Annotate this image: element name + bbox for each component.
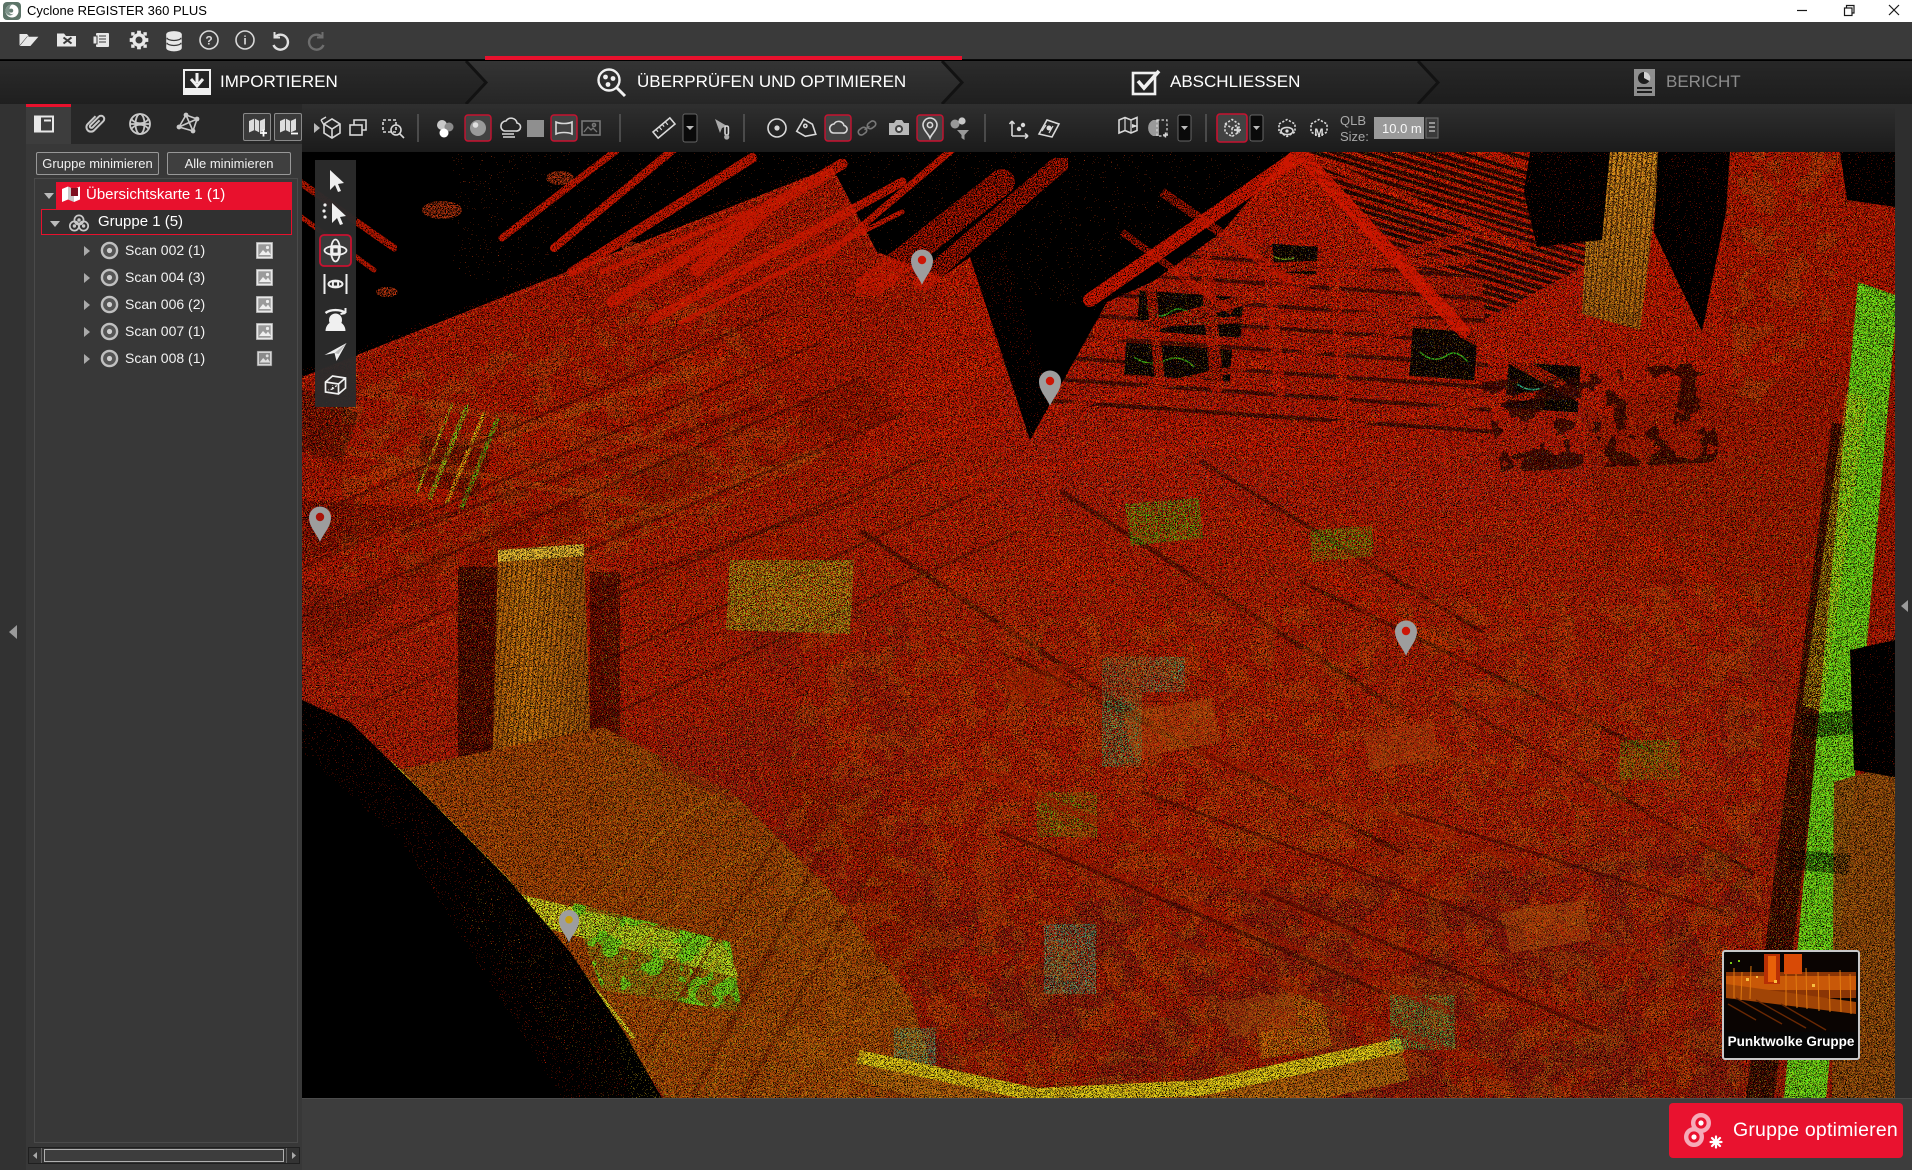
svg-text:Size:: Size: (1340, 129, 1369, 144)
svg-text:?: ? (205, 34, 212, 48)
svg-text:M: M (1314, 127, 1323, 139)
svg-text:QLB: QLB (1340, 113, 1366, 128)
svg-text:i: i (243, 34, 246, 48)
svg-text:10.0 m: 10.0 m (1382, 121, 1422, 136)
